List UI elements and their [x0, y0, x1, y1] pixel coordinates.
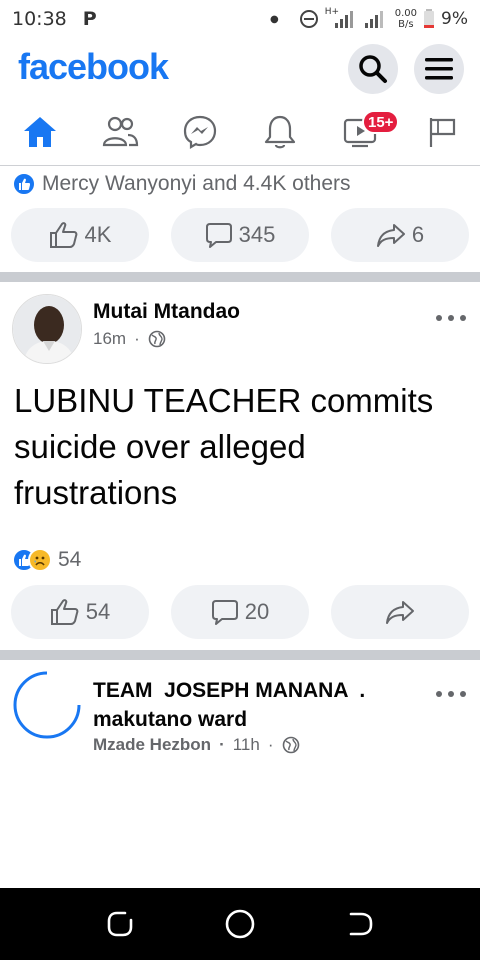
tab-messenger[interactable] — [176, 110, 224, 154]
comment-icon — [211, 600, 238, 625]
post-options-button[interactable] — [436, 310, 466, 326]
battery-icon — [424, 9, 435, 28]
meta-separator: · — [134, 329, 140, 348]
back-button[interactable] — [342, 906, 378, 942]
back-icon — [349, 912, 373, 936]
like-reaction-icon — [12, 172, 36, 196]
post-actions: 4K 345 6 — [11, 208, 469, 262]
net-speed: 0.00 B/s — [395, 8, 417, 30]
avatar[interactable] — [12, 294, 82, 364]
share-icon — [376, 224, 405, 247]
signal-2-icon — [364, 11, 383, 28]
network-type: H+ — [324, 7, 340, 17]
share-count: 6 — [411, 222, 425, 247]
post-text: LUBINU TEACHER commits suicide over alle… — [14, 382, 434, 511]
reaction-count: 54 — [58, 548, 82, 571]
thumbs-up-icon — [49, 222, 77, 248]
status-time: 10:38 — [12, 8, 67, 30]
home-circle-icon — [225, 909, 255, 939]
post-divider — [0, 650, 480, 660]
tab-bar: 15+ — [0, 102, 480, 166]
tab-watch[interactable]: 15+ — [336, 110, 400, 154]
watch-badge: 15+ — [362, 110, 400, 134]
reaction-summary[interactable]: Mercy Wanyonyi and 4.4K others — [12, 172, 351, 196]
loading-spinner-icon — [12, 670, 82, 740]
post-meta: Mzade Hezbon · 11h · — [93, 735, 300, 755]
tab-pages[interactable] — [418, 110, 466, 154]
share-button[interactable]: 6 — [331, 208, 469, 262]
post-time[interactable]: 16m — [93, 329, 126, 349]
net-speed-value: 0.00 — [394, 8, 418, 19]
home-icon — [24, 117, 56, 147]
menu-button[interactable] — [414, 44, 464, 94]
bell-icon — [264, 115, 296, 149]
status-bar: 10:38 P ● H+ 0.00 B/s 9% — [0, 0, 480, 38]
recents-icon — [107, 911, 133, 937]
comment-count: 345 — [238, 222, 276, 247]
like-count: 4K — [84, 222, 112, 247]
reaction-summary[interactable]: 54 — [12, 548, 81, 572]
search-icon — [359, 55, 387, 83]
meta-separator: · — [219, 735, 225, 754]
home-button[interactable] — [222, 906, 258, 942]
battery-percent: 9% — [441, 9, 468, 29]
app-header: facebook — [0, 40, 480, 100]
like-button[interactable]: 54 — [11, 585, 149, 639]
friends-icon — [102, 116, 139, 147]
post-poster[interactable]: Mzade Hezbon — [93, 735, 211, 755]
messenger-icon — [183, 115, 217, 149]
comment-button[interactable]: 20 — [171, 585, 309, 639]
search-button[interactable] — [348, 44, 398, 94]
do-not-disturb-icon — [299, 10, 318, 28]
tab-friends[interactable] — [96, 110, 144, 154]
notification-dot-icon: ● — [270, 13, 279, 25]
comment-button[interactable]: 345 — [171, 208, 309, 262]
menu-icon — [425, 58, 453, 80]
post-author[interactable]: Mutai Mtandao — [93, 300, 240, 324]
sad-reaction-icon — [28, 548, 52, 572]
comment-count: 20 — [244, 599, 270, 624]
share-button[interactable] — [331, 585, 469, 639]
tab-home[interactable] — [16, 110, 64, 154]
app-indicator-icon: P — [82, 8, 97, 30]
thumbs-up-icon — [50, 599, 79, 625]
flag-icon — [429, 118, 456, 147]
recents-button[interactable] — [102, 906, 138, 942]
signal-icon: H+ — [324, 7, 357, 29]
like-count: 54 — [85, 599, 111, 624]
system-navigation-bar — [0, 888, 480, 960]
share-icon — [386, 601, 414, 624]
post-time[interactable]: 11h — [233, 735, 260, 755]
meta-separator: · — [267, 735, 274, 754]
reaction-summary-text: Mercy Wanyonyi and 4.4K others — [42, 172, 351, 195]
post-divider — [0, 272, 480, 282]
like-button[interactable]: 4K — [11, 208, 149, 262]
facebook-logo[interactable]: facebook — [18, 46, 169, 88]
post-meta: 16m · — [93, 329, 166, 349]
tab-notifications[interactable] — [256, 110, 304, 154]
globe-icon — [148, 330, 166, 348]
net-speed-unit: B/s — [398, 19, 414, 30]
post-actions: 54 20 — [11, 585, 469, 639]
globe-icon — [282, 736, 299, 754]
post-options-button[interactable] — [436, 686, 466, 702]
comment-icon — [205, 223, 232, 248]
post-author[interactable]: TEAM JOSEPH MANANA . makutano ward — [93, 676, 423, 734]
